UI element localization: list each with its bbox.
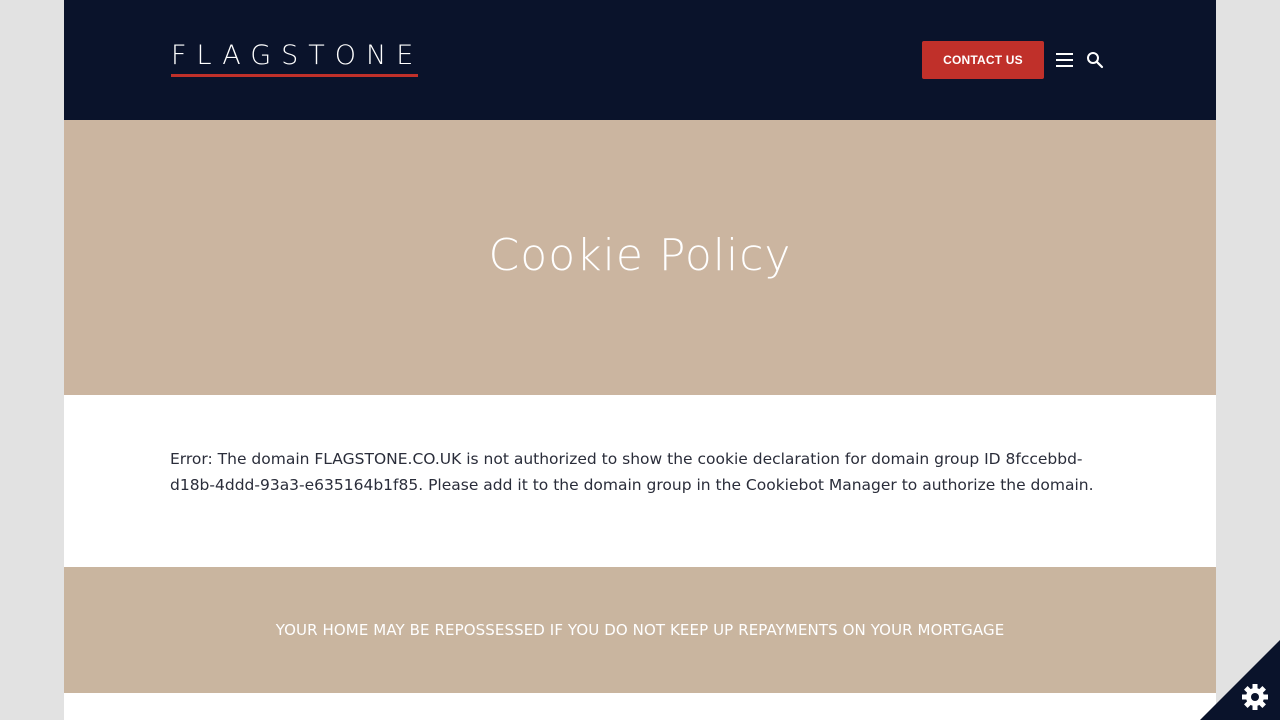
- contact-us-button[interactable]: CONTACT US: [922, 41, 1044, 79]
- logo-underline: [171, 74, 418, 77]
- page-title: Cookie Policy: [488, 230, 792, 281]
- gear-icon: [1242, 684, 1268, 710]
- logo-text: FLAGSTONE: [171, 40, 424, 71]
- hero-banner: Cookie Policy: [64, 120, 1216, 395]
- search-icon-svg: [1087, 52, 1104, 69]
- cookie-widget-svg: [1200, 640, 1280, 720]
- flagstone-logo[interactable]: FLAGSTONE: [171, 40, 423, 80]
- hamburger-menu-icon-svg: [1056, 53, 1073, 67]
- site-header: FLAGSTONE CONTACT US: [64, 0, 1216, 120]
- mortgage-warning-band: YOUR HOME MAY BE REPOSSESSED IF YOU DO N…: [64, 567, 1216, 693]
- cookie-settings-widget[interactable]: [1200, 640, 1280, 720]
- main-content: Error: The domain FLAGSTONE.CO.UK is not…: [64, 395, 1216, 567]
- hamburger-menu-icon[interactable]: [1056, 52, 1074, 68]
- search-icon[interactable]: [1086, 51, 1104, 69]
- cookie-declaration-error: Error: The domain FLAGSTONE.CO.UK is not…: [170, 450, 1094, 494]
- mortgage-warning-text: YOUR HOME MAY BE REPOSSESSED IF YOU DO N…: [275, 621, 1005, 639]
- page: FLAGSTONE CONTACT US Cookie Policy Error…: [64, 0, 1216, 720]
